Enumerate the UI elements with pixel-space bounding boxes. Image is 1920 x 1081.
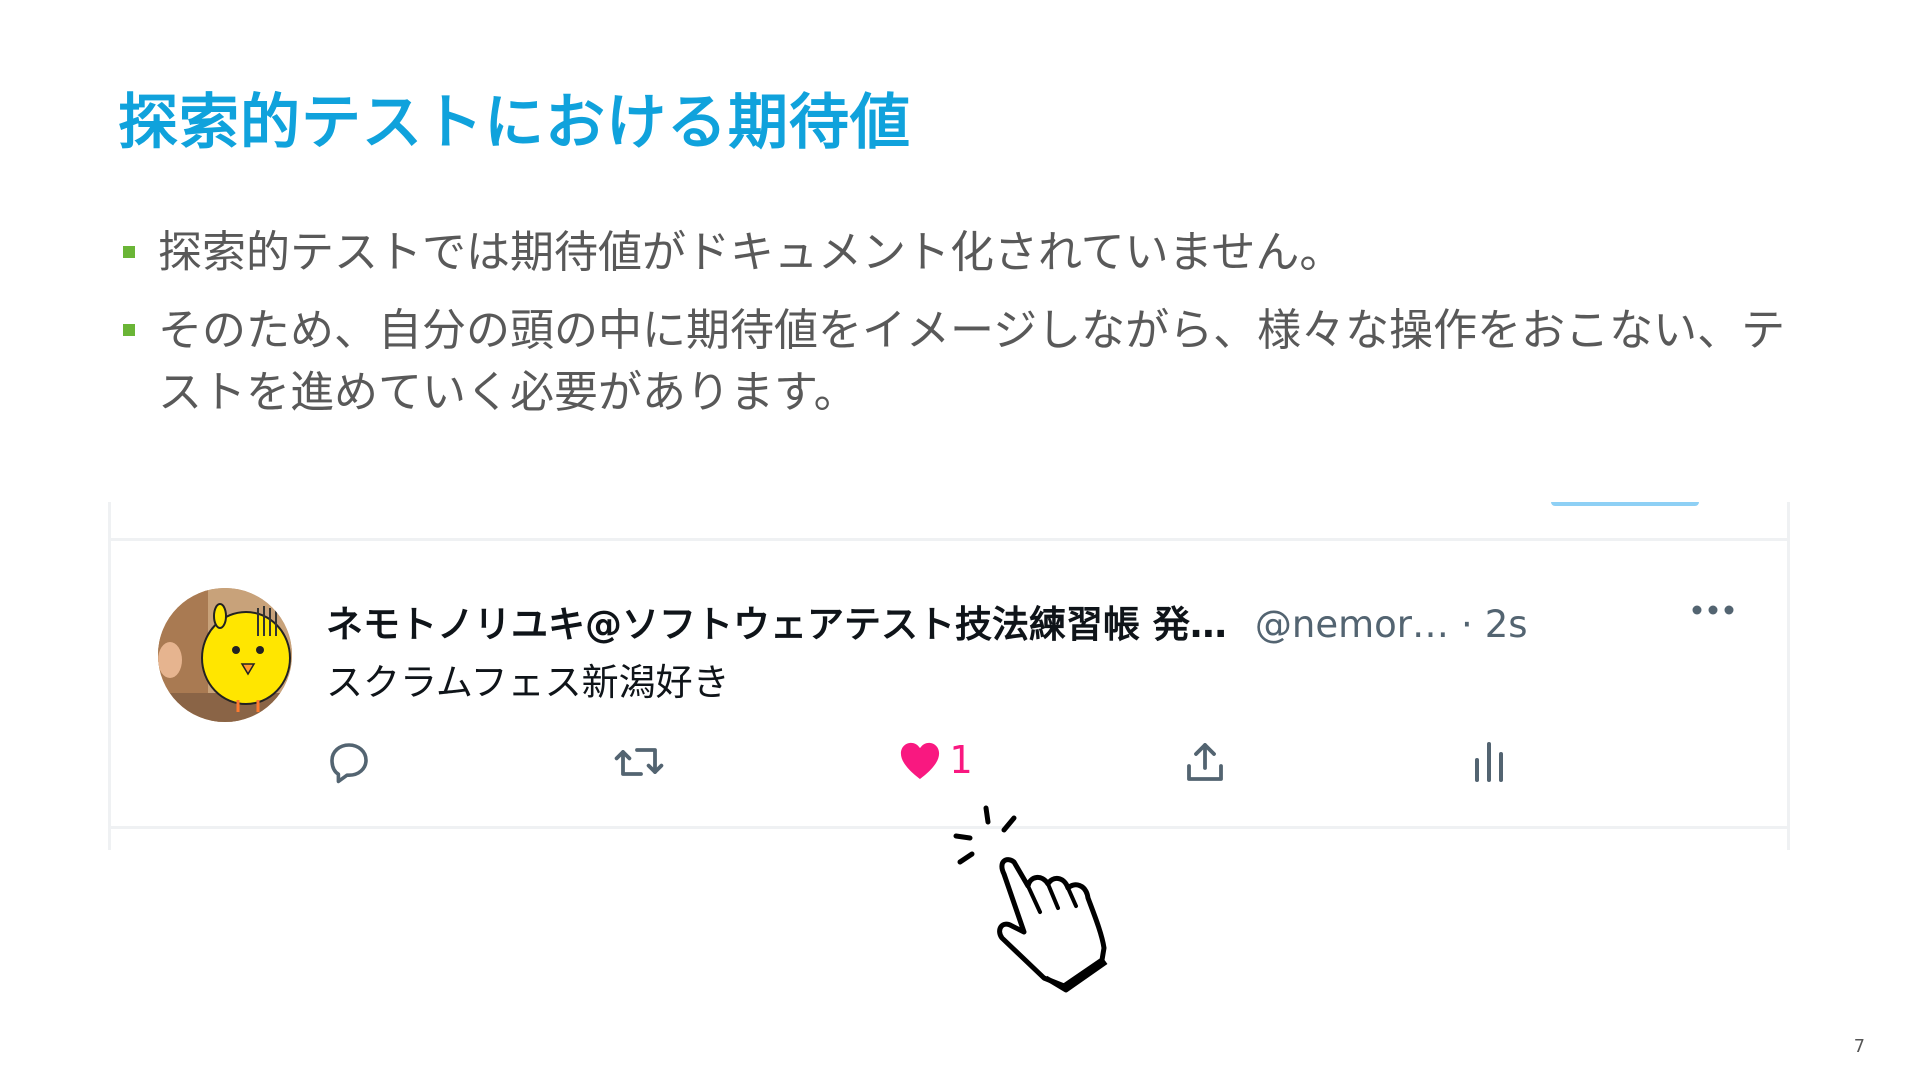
avatar[interactable]	[158, 588, 292, 722]
separator-dot: ·	[1461, 603, 1473, 646]
bullet-square-icon	[123, 246, 135, 258]
more-icon	[1692, 605, 1734, 615]
retweet-icon	[614, 748, 664, 776]
analytics-button[interactable]	[1467, 738, 1511, 786]
display-name[interactable]: ネモトノリユキ@ソフトウェアテスト技法練習帳 発…	[326, 594, 1227, 648]
like-count: 1	[949, 738, 972, 782]
heart-icon	[900, 742, 940, 780]
share-button[interactable]	[1181, 738, 1229, 786]
tweet-header: ネモトノリユキ@ソフトウェアテスト技法練習帳 発… @nemor… · 2s	[326, 594, 1528, 648]
timestamp[interactable]: 2s	[1485, 603, 1528, 646]
tweet-actions: 1	[111, 738, 1787, 798]
page-number: 7	[1854, 1036, 1865, 1057]
bullet-list: 探索的テストでは期待値がドキュメント化されていません。 そのため、自分の頭の中に…	[118, 222, 1818, 440]
bullet-text: そのため、自分の頭の中に期待値をイメージしながら、様々な操作をおこない、テストを…	[158, 305, 1786, 418]
bullet-item: そのため、自分の頭の中に期待値をイメージしながら、様々な操作をおこない、テストを…	[118, 300, 1818, 424]
retweet-button[interactable]	[613, 738, 665, 786]
bullet-item: 探索的テストでは期待値がドキュメント化されていません。	[118, 222, 1818, 284]
pointing-hand-cursor-icon	[944, 802, 1140, 1002]
bullet-square-icon	[123, 324, 135, 336]
reply-button[interactable]	[325, 738, 373, 786]
chick-avatar-icon	[158, 588, 292, 722]
like-button[interactable]: 1	[897, 738, 972, 782]
user-handle[interactable]: @nemor…	[1255, 603, 1449, 646]
previous-tweet-fragment	[1551, 502, 1699, 506]
more-options-button[interactable]	[1691, 602, 1735, 622]
slide-title: 探索的テストにおける期待値	[118, 88, 911, 158]
tweet-card[interactable]: ネモトノリユキ@ソフトウェアテスト技法練習帳 発… @nemor… · 2s ス…	[108, 502, 1790, 850]
bullet-text: 探索的テストでは期待値がドキュメント化されていません。	[158, 227, 1344, 278]
analytics-icon	[1475, 742, 1503, 782]
divider	[111, 538, 1787, 541]
tweet-text: スクラムフェス新潟好き	[326, 661, 730, 704]
share-icon	[1187, 743, 1223, 781]
reply-icon	[330, 743, 368, 784]
